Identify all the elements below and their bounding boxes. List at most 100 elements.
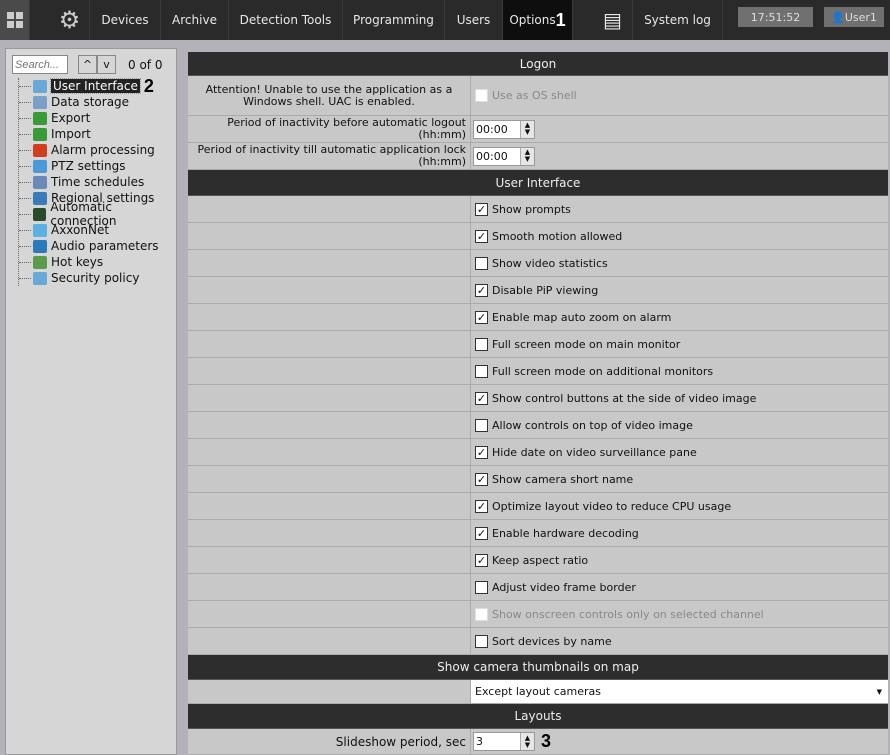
ui-option-label: Show prompts — [492, 202, 571, 216]
tree-item-icon — [33, 271, 47, 285]
ui-option-label: Show control buttons at the side of vide… — [492, 391, 757, 405]
nav-detection-tools[interactable]: Detection Tools — [229, 0, 343, 40]
ui-option-row: ✓ Show prompts — [188, 196, 888, 223]
tree-item-label: Hot keys — [51, 255, 104, 269]
tree-item[interactable]: PTZ settings — [19, 158, 176, 174]
nav-archive[interactable]: Archive — [161, 0, 229, 40]
tree-item[interactable]: Data storage — [19, 94, 176, 110]
nav-options[interactable]: Options 1 — [503, 0, 573, 40]
tree-item[interactable]: Security policy — [19, 270, 176, 286]
search-prev-button[interactable]: ^ — [78, 55, 97, 74]
chevron-down-icon: ▼ — [876, 687, 882, 696]
ui-option-checkbox[interactable]: ✓ — [475, 499, 488, 513]
spinner-arrows-icon[interactable]: ▲ ▼ — [520, 147, 534, 165]
ui-option-row: ✓ Optimize layout video to reduce CPU usa… — [188, 493, 888, 520]
tree-item-label: Data storage — [51, 95, 130, 109]
lock-period-spinner[interactable]: 00:00 ▲ ▼ — [473, 146, 535, 166]
tree-item[interactable]: Automatic connection — [19, 200, 176, 228]
top-menu-bar: ⚙ Devices Archive Detection Tools Progra… — [0, 0, 890, 40]
ui-option-checkbox[interactable] — [475, 607, 488, 621]
ui-option-checkbox[interactable]: ✓ — [475, 310, 488, 324]
search-count: 0 of 0 — [128, 57, 163, 72]
slideshow-spinner[interactable]: 3 ▲ ▼ — [473, 732, 535, 751]
gear-icon[interactable]: ⚙ — [50, 0, 90, 40]
ui-option-label: Enable hardware decoding — [492, 526, 639, 540]
slideshow-value: 3 — [476, 735, 483, 748]
tree-item-label: Audio parameters — [51, 239, 159, 253]
ui-option-row: ✓ Disable PiP viewing — [188, 277, 888, 304]
ui-option-row: ✓ Show control buttons at the side of vid… — [188, 385, 888, 412]
search-input[interactable] — [12, 55, 68, 74]
section-header-thumbnails: Show camera thumbnails on map — [188, 655, 888, 680]
tree-item-icon — [33, 191, 47, 205]
ui-option-checkbox[interactable]: ✓ — [475, 526, 488, 540]
ui-option-row: ✓ Hide date on video surveillance pane — [188, 439, 888, 466]
tree-item-label: Export — [51, 111, 91, 125]
ui-option-label: Keep aspect ratio — [492, 553, 589, 567]
lock-period-label: Period of inactivity till automatic appl… — [188, 143, 471, 169]
ui-option-label: Smooth motion allowed — [492, 229, 623, 243]
ui-option-row: Full screen mode on main monitor — [188, 331, 888, 358]
logout-period-spinner[interactable]: 00:00 ▲ ▼ — [473, 119, 535, 139]
spinner-arrows-icon[interactable]: ▲ ▼ — [520, 120, 534, 138]
lock-period-value: 00:00 — [476, 149, 508, 163]
nav-programming[interactable]: Programming — [343, 0, 445, 40]
ui-option-row: Show onscreen controls only on selected … — [188, 601, 888, 628]
thumbnails-select[interactable]: Except layout cameras ▼ — [471, 680, 888, 703]
ui-option-checkbox[interactable] — [475, 364, 488, 378]
tree-item[interactable]: Export — [19, 110, 176, 126]
logout-period-label: Period of inactivity before automatic lo… — [188, 116, 471, 142]
os-shell-checkbox[interactable] — [475, 89, 488, 102]
os-shell-label: Use as OS shell — [492, 89, 577, 102]
tree-item-label: AxxonNet — [51, 223, 110, 237]
ui-option-checkbox[interactable]: ✓ — [475, 553, 488, 567]
ui-option-checkbox[interactable]: ✓ — [475, 445, 488, 459]
ui-option-checkbox[interactable] — [475, 634, 488, 648]
ui-option-row: ✓ Enable hardware decoding — [188, 520, 888, 547]
ui-option-row: Show video statistics — [188, 250, 888, 277]
tree-item-label: User Interface — [50, 78, 141, 94]
ui-option-label: Hide date on video surveillance pane — [492, 445, 697, 459]
system-log-icon[interactable]: ▤ — [593, 0, 633, 40]
user-button[interactable]: 👤 User1 — [824, 7, 884, 27]
ui-option-label: Optimize layout video to reduce CPU usag… — [492, 499, 732, 513]
tree-item[interactable]: Alarm processing — [19, 142, 176, 158]
nav-devices[interactable]: Devices — [90, 0, 161, 40]
ui-option-row: ✓ Keep aspect ratio — [188, 547, 888, 574]
ui-option-label: Full screen mode on additional monitors — [492, 364, 714, 378]
ui-option-checkbox[interactable]: ✓ — [475, 391, 488, 405]
ui-option-checkbox[interactable]: ✓ — [475, 229, 488, 243]
thumbnails-select-value: Except layout cameras — [475, 685, 601, 698]
clock: 17:51:52 — [738, 7, 813, 27]
ui-option-row: ✓ Smooth motion allowed — [188, 223, 888, 250]
ui-option-checkbox[interactable]: ✓ — [475, 202, 488, 216]
tree-item[interactable]: Audio parameters — [19, 238, 176, 254]
tree-item[interactable]: Time schedules — [19, 174, 176, 190]
spinner-arrows-icon[interactable]: ▲ ▼ — [520, 733, 534, 750]
tree-item[interactable]: Import — [19, 126, 176, 142]
section-header-layouts: Layouts — [188, 704, 888, 729]
nav-system-log[interactable]: System log — [633, 0, 723, 40]
ui-option-checkbox[interactable]: ✓ — [475, 283, 488, 297]
ui-option-label: Allow controls on top of video image — [492, 418, 693, 432]
ui-option-label: Disable PiP viewing — [492, 283, 599, 297]
ui-option-row: Sort devices by name — [188, 628, 888, 655]
section-header-logon: Logon — [188, 52, 888, 76]
tree-item-icon — [33, 143, 47, 157]
slideshow-label: Slideshow period, sec — [188, 729, 471, 754]
ui-option-checkbox[interactable] — [475, 580, 488, 594]
tree-item[interactable]: User Interface 2 — [19, 76, 176, 96]
ui-option-checkbox[interactable] — [475, 337, 488, 351]
windows-grid-icon[interactable] — [0, 0, 30, 40]
tree-item-label: Import — [51, 127, 91, 141]
search-next-button[interactable]: v — [97, 55, 116, 74]
ui-options-list: ✓ Show prompts ✓ Smooth motion allowed Show … — [188, 196, 888, 655]
ui-option-checkbox[interactable] — [475, 256, 488, 270]
tree-item-icon — [33, 127, 47, 141]
tree-item[interactable]: Hot keys — [19, 254, 176, 270]
nav-users[interactable]: Users — [445, 0, 503, 40]
tree-item[interactable]: AxxonNet — [19, 222, 176, 238]
ui-option-checkbox[interactable] — [475, 418, 488, 432]
ui-option-checkbox[interactable]: ✓ — [475, 472, 488, 486]
tree-item-label: Alarm processing — [51, 143, 155, 157]
